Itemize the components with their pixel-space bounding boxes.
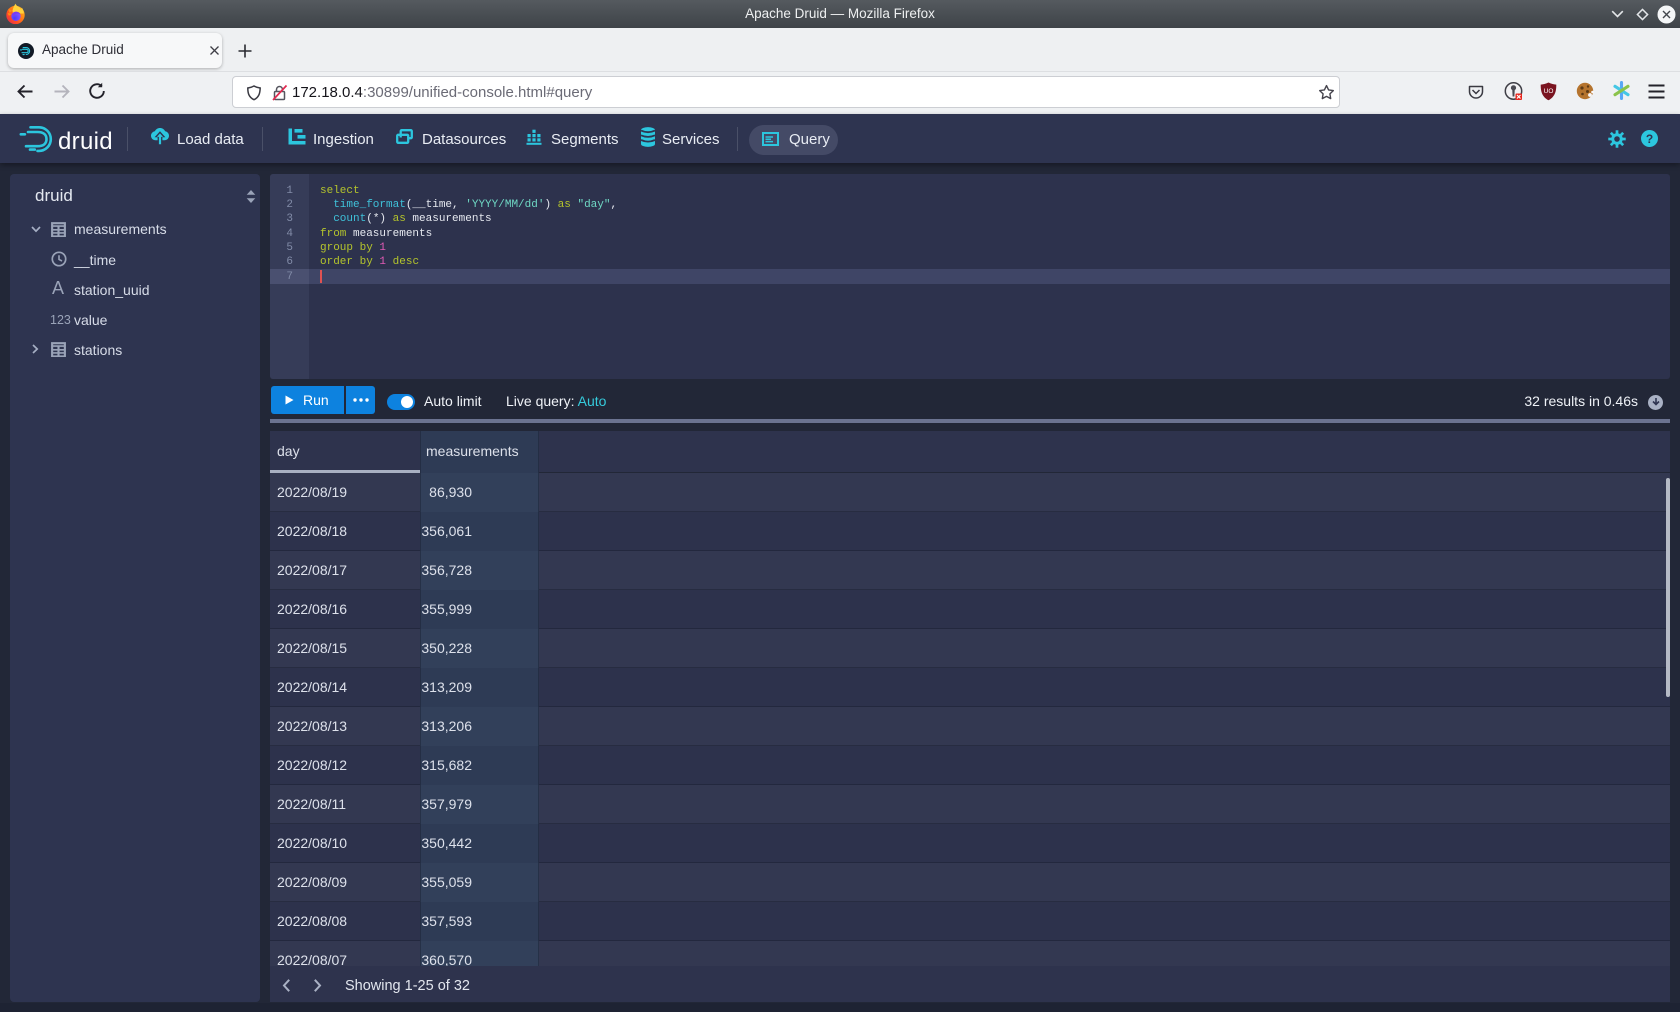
svg-text:UO: UO <box>1544 88 1554 95</box>
svg-text:?: ? <box>1646 132 1653 146</box>
